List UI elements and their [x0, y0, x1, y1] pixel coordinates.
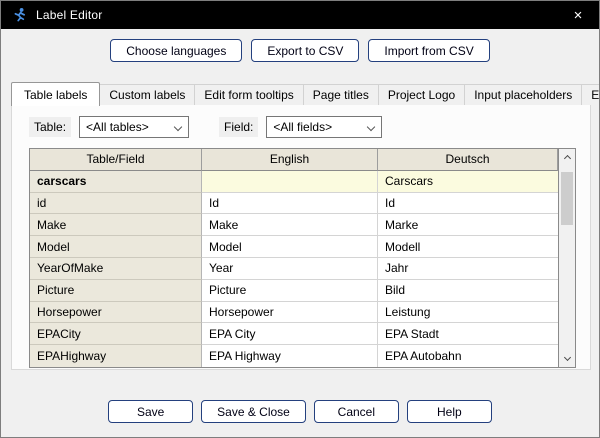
cell-english[interactable]: [202, 170, 378, 193]
table-row[interactable]: EPAHighway EPA Highway EPA Autobahn: [30, 345, 558, 367]
cell-deutsch[interactable]: Leistung: [378, 302, 558, 324]
column-header-deutsch[interactable]: Deutsch: [378, 149, 558, 171]
scrollbar-thumb[interactable]: [561, 172, 573, 225]
tab-table-labels[interactable]: Table labels: [11, 82, 101, 106]
table-filter-label: Table:: [29, 117, 72, 137]
labels-grid: Table/Field English Deutsch carscars Car…: [30, 149, 558, 367]
cell-field[interactable]: carscars: [30, 170, 202, 193]
tab-input-placeholders[interactable]: Input placeholders: [465, 84, 583, 105]
cancel-button[interactable]: Cancel: [313, 400, 399, 423]
table-row[interactable]: Make Make Marke: [30, 214, 558, 237]
cell-deutsch[interactable]: Bild: [378, 280, 558, 302]
field-filter-label: Field:: [219, 117, 259, 137]
cell-deutsch[interactable]: Id: [378, 193, 558, 215]
running-person-icon: [14, 8, 26, 22]
cell-field[interactable]: YearOfMake: [30, 257, 202, 280]
cell-english[interactable]: Model: [202, 236, 378, 258]
column-header-english[interactable]: English: [202, 149, 378, 171]
table-row[interactable]: id Id Id: [30, 192, 558, 215]
cell-field[interactable]: id: [30, 192, 202, 215]
cell-english[interactable]: EPA Highway: [202, 345, 378, 367]
labels-table: Table/Field English Deutsch carscars Car…: [29, 148, 576, 368]
table-row[interactable]: Model Model Modell: [30, 236, 558, 258]
chevron-down-icon: [367, 122, 376, 132]
tab-project-logo[interactable]: Project Logo: [378, 84, 466, 105]
close-icon[interactable]: ×: [557, 1, 599, 29]
cell-field[interactable]: Make: [30, 214, 202, 237]
cell-deutsch[interactable]: EPA Stadt: [378, 323, 558, 346]
cell-english[interactable]: Make: [202, 214, 378, 237]
table-row[interactable]: YearOfMake Year Jahr: [30, 257, 558, 280]
label-editor-dialog: Label Editor × Choose languages Export t…: [0, 0, 600, 438]
table-filter-select[interactable]: <All tables>: [79, 116, 190, 138]
table-labels-panel: Table: <All tables> Field: <All fields> …: [11, 104, 591, 370]
footer-buttons: Save Save & Close Cancel Help: [1, 400, 599, 423]
vertical-scrollbar[interactable]: [558, 149, 575, 367]
cell-english[interactable]: Id: [202, 192, 378, 215]
cell-deutsch[interactable]: Modell: [378, 236, 558, 258]
choose-languages-button[interactable]: Choose languages: [110, 39, 243, 62]
tab-page-titles[interactable]: Page titles: [303, 84, 379, 105]
cell-deutsch[interactable]: Marke: [378, 214, 558, 237]
cell-field[interactable]: Horsepower: [30, 301, 202, 324]
titlebar: Label Editor ×: [1, 1, 599, 29]
table-row[interactable]: carscars Carscars: [30, 170, 558, 193]
tab-eu-cookie-banner[interactable]: EU cookie banner: [582, 84, 599, 105]
cell-field[interactable]: Picture: [30, 279, 202, 302]
save-button[interactable]: Save: [108, 400, 194, 423]
table-filter-value: <All tables>: [86, 120, 149, 134]
export-csv-button[interactable]: Export to CSV: [251, 39, 360, 62]
save-close-button[interactable]: Save & Close: [201, 400, 306, 423]
cell-deutsch[interactable]: EPA Autobahn: [378, 345, 558, 367]
cell-english[interactable]: EPA City: [202, 323, 378, 346]
window-title: Label Editor: [36, 8, 103, 22]
toolbar: Choose languages Export to CSV Import fr…: [1, 39, 599, 62]
cell-english[interactable]: Picture: [202, 279, 378, 302]
table-header-row: Table/Field English Deutsch: [30, 149, 558, 171]
cell-english[interactable]: Horsepower: [202, 301, 378, 324]
tab-edit-form-tooltips[interactable]: Edit form tooltips: [195, 84, 304, 105]
cell-english[interactable]: Year: [202, 257, 378, 280]
table-row[interactable]: EPACity EPA City EPA Stadt: [30, 323, 558, 346]
import-csv-button[interactable]: Import from CSV: [368, 39, 490, 62]
field-filter-value: <All fields>: [273, 120, 333, 134]
filter-row: Table: <All tables> Field: <All fields>: [29, 116, 383, 138]
scroll-up-icon[interactable]: [559, 150, 575, 167]
column-header-table-field[interactable]: Table/Field: [30, 149, 202, 171]
help-button[interactable]: Help: [406, 400, 492, 423]
cell-field[interactable]: EPACity: [30, 323, 202, 346]
table-row[interactable]: Picture Picture Bild: [30, 279, 558, 302]
tab-custom-labels[interactable]: Custom labels: [100, 84, 196, 105]
chevron-down-icon: [173, 122, 183, 132]
field-filter-select[interactable]: <All fields>: [266, 116, 383, 138]
cell-field[interactable]: EPAHighway: [30, 345, 202, 367]
table-row[interactable]: Horsepower Horsepower Leistung: [30, 301, 558, 324]
cell-deutsch[interactable]: Carscars: [378, 170, 558, 193]
tab-bar: Table labels Custom labels Edit form too…: [11, 81, 599, 106]
scroll-down-icon[interactable]: [559, 349, 575, 366]
cell-field[interactable]: Model: [30, 236, 202, 258]
cell-deutsch[interactable]: Jahr: [378, 258, 558, 280]
